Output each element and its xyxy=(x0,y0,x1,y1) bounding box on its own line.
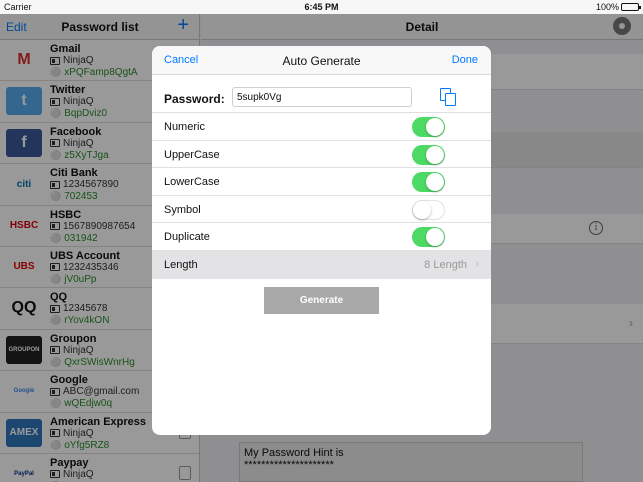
option-row-lowercase: LowerCase xyxy=(152,168,491,196)
length-label: Length xyxy=(164,258,198,271)
option-label: UpperCase xyxy=(164,148,220,161)
length-value: 8 Length xyxy=(424,258,467,271)
done-button[interactable]: Done xyxy=(452,54,478,66)
symbol-toggle[interactable] xyxy=(412,199,445,220)
lowercase-toggle[interactable] xyxy=(412,172,445,193)
option-label: Duplicate xyxy=(164,231,210,244)
password-label: Password: xyxy=(164,92,225,106)
duplicate-toggle[interactable] xyxy=(412,227,445,248)
battery-percent: 100% xyxy=(595,2,619,12)
option-label: LowerCase xyxy=(164,176,220,189)
copy-icon[interactable] xyxy=(440,88,456,106)
option-row-uppercase: UpperCase xyxy=(152,140,491,169)
dialog-title: Auto Generate xyxy=(282,54,361,68)
auto-generate-dialog: Cancel Auto Generate Done Password: Nume… xyxy=(152,46,491,435)
clock: 6:45 PM xyxy=(304,2,339,12)
battery-indicator: 100% xyxy=(595,2,641,12)
option-row-symbol: Symbol xyxy=(152,195,491,224)
option-row-numeric: Numeric xyxy=(152,113,491,141)
status-bar: Carrier 6:45 PM 100% xyxy=(0,0,643,14)
battery-icon xyxy=(621,3,641,11)
option-list: Numeric UpperCase LowerCase Symbol Duplicate xyxy=(152,113,491,251)
password-row: Password: xyxy=(152,85,491,113)
option-label: Numeric xyxy=(164,121,205,133)
dialog-navbar: Cancel Auto Generate Done xyxy=(152,46,491,75)
length-row[interactable]: Length 8 Length › xyxy=(152,250,491,279)
password-field[interactable] xyxy=(232,87,412,107)
option-label: Symbol xyxy=(164,203,201,216)
chevron-right-icon: › xyxy=(475,257,479,270)
uppercase-toggle[interactable] xyxy=(412,144,445,165)
generate-button[interactable]: Generate xyxy=(264,287,379,314)
numeric-toggle[interactable] xyxy=(412,117,445,137)
option-row-duplicate: Duplicate xyxy=(152,223,491,251)
